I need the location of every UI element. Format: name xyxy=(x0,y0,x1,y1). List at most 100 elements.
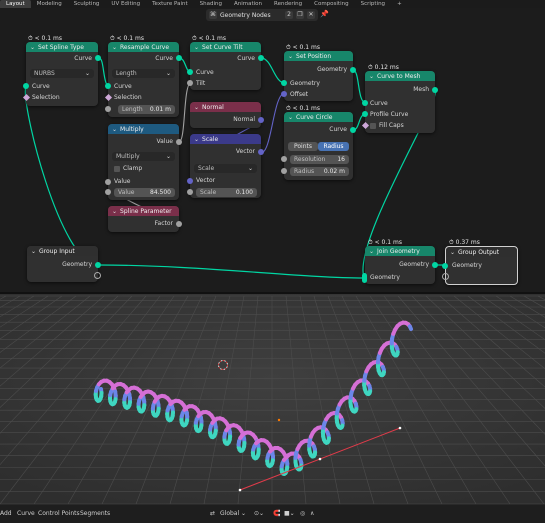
input-vector-socket[interactable] xyxy=(187,178,193,184)
input-length-socket[interactable] xyxy=(105,106,111,112)
input-curve-socket[interactable] xyxy=(187,69,193,75)
output-normal-label: Normal xyxy=(233,116,255,123)
input-geometry-multi-socket[interactable] xyxy=(362,273,367,283)
node-title: Set Position xyxy=(296,53,331,60)
output-factor-socket[interactable] xyxy=(176,221,182,227)
node-group-input[interactable]: ⌄Group Input Geometry xyxy=(27,246,98,282)
chevron-down-icon: ⌄ xyxy=(166,69,171,78)
output-vector-label: Vector xyxy=(236,148,255,155)
input-curve-label: Curve xyxy=(370,100,388,107)
node-curve-to-mesh[interactable]: ⌄Curve to Mesh Mesh Curve Profile Curve … xyxy=(365,71,435,133)
chevron-down-icon[interactable]: ⌄ xyxy=(31,248,36,255)
input-curve-label: Curve xyxy=(32,83,50,90)
input-curve-socket[interactable] xyxy=(362,100,368,106)
chevron-down-icon[interactable]: ⌄ xyxy=(112,44,117,51)
transform-orientation-icon[interactable]: ⇄ xyxy=(210,510,215,517)
3d-viewport[interactable] xyxy=(0,294,545,504)
length-field[interactable]: Length0.01 m xyxy=(118,105,175,114)
node-title: Multiply xyxy=(120,126,144,133)
input-radius-socket[interactable] xyxy=(281,168,287,174)
output-value-socket[interactable] xyxy=(176,139,182,145)
input-curve-socket[interactable] xyxy=(23,83,29,89)
node-multiply[interactable]: ⌄Multiply Value Multiply⌄ Clamp Value Va… xyxy=(108,124,179,200)
output-curve-socket[interactable] xyxy=(95,55,101,61)
input-empty-socket[interactable] xyxy=(442,273,449,280)
node-title: Group Output xyxy=(458,249,499,256)
menu-control-points[interactable]: Control Points xyxy=(38,510,80,517)
clamp-checkbox[interactable] xyxy=(114,166,120,172)
input-curve-socket[interactable] xyxy=(105,83,111,89)
math-operation-dropdown[interactable]: Multiply⌄ xyxy=(112,152,175,161)
menu-add[interactable]: Add xyxy=(0,510,12,517)
chevron-down-icon: ⌄ xyxy=(85,69,90,78)
snap-target-icon[interactable]: ■⌄ xyxy=(284,510,295,517)
output-empty-socket[interactable] xyxy=(94,272,101,279)
input-offset-label: Offset xyxy=(290,91,308,98)
input-tilt-socket[interactable] xyxy=(187,80,193,86)
falloff-icon[interactable]: ∧ xyxy=(310,510,314,517)
output-curve-socket[interactable] xyxy=(258,55,264,61)
node-spline-parameter[interactable]: ⌄Spline Parameter Factor xyxy=(108,206,179,232)
node-set-spline-type[interactable]: ⌄Set Spline Type Curve NURBS⌄ Curve Sele… xyxy=(26,42,98,106)
node-set-curve-tilt[interactable]: ⌄Set Curve Tilt Curve Curve Tilt xyxy=(190,42,261,90)
output-curve-socket[interactable] xyxy=(350,127,356,133)
chevron-down-icon[interactable]: ⌄ xyxy=(194,104,199,111)
mode-radius-button[interactable]: Radius xyxy=(318,142,349,151)
vector-math-operation-dropdown[interactable]: Scale⌄ xyxy=(194,164,257,173)
resample-mode-dropdown[interactable]: Length⌄ xyxy=(112,69,175,78)
input-geometry-socket[interactable] xyxy=(442,263,448,269)
output-curve-socket[interactable] xyxy=(176,55,182,61)
pivot-icon[interactable]: ⊙⌄ xyxy=(254,510,264,517)
chevron-down-icon[interactable]: ⌄ xyxy=(194,136,199,143)
chevron-down-icon[interactable]: ⌄ xyxy=(112,126,117,133)
clamp-label: Clamp xyxy=(123,165,142,172)
mode-points-button[interactable]: Points xyxy=(288,142,318,151)
input-profile-curve-label: Profile Curve xyxy=(370,111,408,118)
resolution-field[interactable]: Resolution16 xyxy=(290,155,349,164)
input-value-label: Value xyxy=(114,178,130,185)
node-resample-curve[interactable]: ⌄Resample Curve Curve Length⌄ Curve Sele… xyxy=(108,42,179,117)
chevron-down-icon[interactable]: ⌄ xyxy=(450,249,455,256)
spline-type-dropdown[interactable]: NURBS⌄ xyxy=(30,69,94,78)
chevron-down-icon[interactable]: ⌄ xyxy=(112,208,117,215)
output-normal-socket[interactable] xyxy=(258,117,264,123)
node-curve-circle[interactable]: ⌄Curve Circle Curve Points Radius Resolu… xyxy=(284,112,353,180)
value-field[interactable]: Value84.500 xyxy=(114,188,175,197)
input-value-b-socket[interactable] xyxy=(105,189,111,195)
input-resolution-socket[interactable] xyxy=(281,156,287,162)
chevron-down-icon[interactable]: ⌄ xyxy=(288,114,293,121)
input-offset-socket[interactable] xyxy=(281,91,287,97)
chevron-down-icon[interactable]: ⌄ xyxy=(288,53,293,60)
transform-orientation-dropdown[interactable]: Global ⌄ xyxy=(220,510,246,517)
link-groupinput-to-join xyxy=(98,265,364,278)
node-title: Set Curve Tilt xyxy=(202,44,243,51)
chevron-down-icon[interactable]: ⌄ xyxy=(369,248,374,255)
output-vector-socket[interactable] xyxy=(258,149,264,155)
output-mesh-socket[interactable] xyxy=(432,87,438,93)
output-geometry-socket[interactable] xyxy=(95,262,101,268)
output-geometry-socket[interactable] xyxy=(350,67,356,73)
chevron-down-icon[interactable]: ⌄ xyxy=(369,73,374,80)
input-scale-socket[interactable] xyxy=(187,189,193,195)
fill-caps-checkbox[interactable] xyxy=(370,123,376,129)
input-geometry-socket[interactable] xyxy=(281,80,287,86)
menu-curve[interactable]: Curve xyxy=(17,510,35,517)
node-join-geometry[interactable]: ⌄Join Geometry Geometry Geometry xyxy=(365,246,435,284)
input-geometry-label: Geometry xyxy=(290,80,320,87)
proportional-icon[interactable]: ◎ xyxy=(300,510,305,517)
input-value-socket[interactable] xyxy=(105,179,111,185)
node-title: Curve Circle xyxy=(296,114,332,121)
chevron-down-icon[interactable]: ⌄ xyxy=(194,44,199,51)
node-normal[interactable]: ⌄Normal Normal xyxy=(190,102,261,128)
node-set-position[interactable]: ⌄Set Position Geometry Geometry Offset xyxy=(284,51,353,101)
snap-icon[interactable]: 🧲 xyxy=(273,510,280,517)
chevron-down-icon[interactable]: ⌄ xyxy=(30,44,35,51)
radius-field[interactable]: Radius0.02 m xyxy=(290,167,349,176)
node-scale[interactable]: ⌄Scale Vector Scale⌄ Vector Scale0.100 xyxy=(190,134,261,198)
input-profile-curve-socket[interactable] xyxy=(362,111,368,117)
menu-segments[interactable]: Segments xyxy=(80,510,110,517)
scale-field[interactable]: Scale0.100 xyxy=(196,188,257,197)
output-geometry-label: Geometry xyxy=(399,261,429,268)
output-geometry-socket[interactable] xyxy=(432,262,438,268)
node-group-output[interactable]: ⌄Group Output Geometry xyxy=(445,246,518,285)
